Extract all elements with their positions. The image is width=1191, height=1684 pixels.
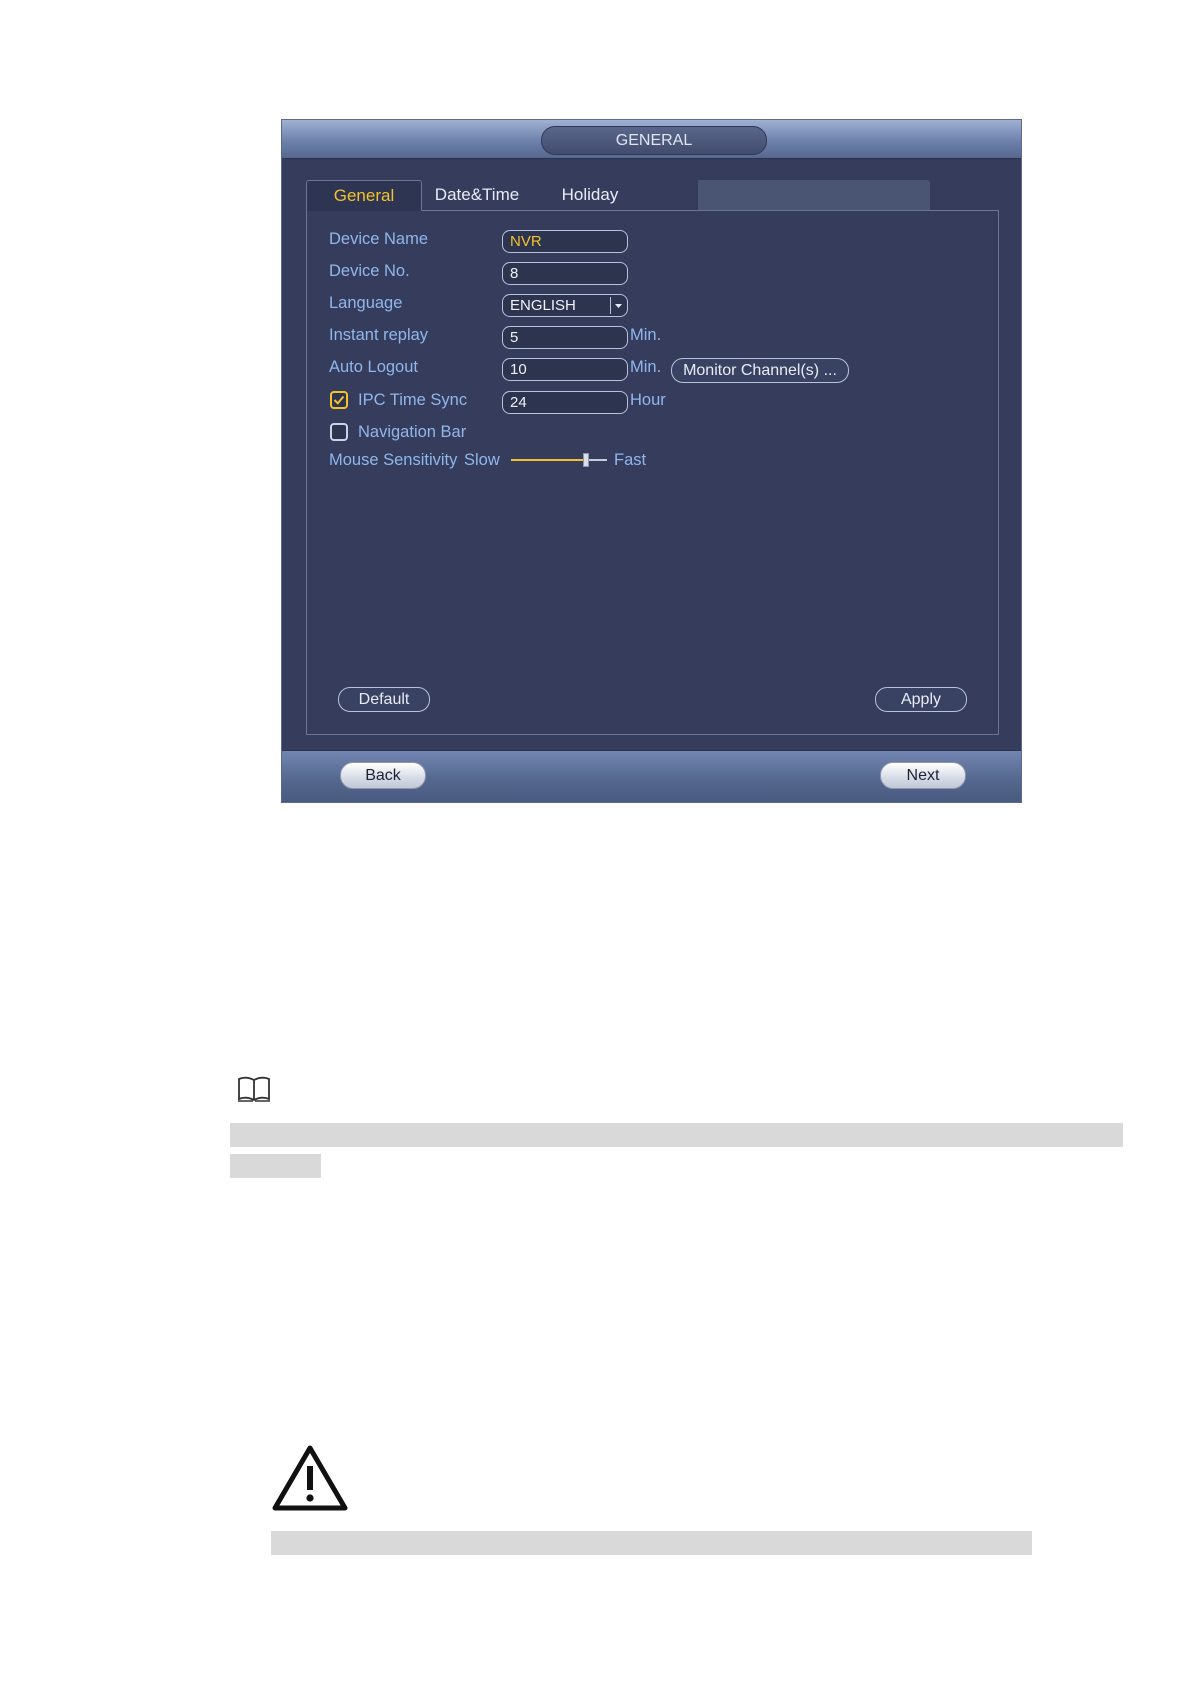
back-button[interactable]: Back [340,762,426,789]
monitor-channels-button[interactable]: Monitor Channel(s) ... [671,358,849,383]
language-label: Language [329,294,403,312]
general-settings-dialog: GENERAL General Date&Time Holiday Device… [281,119,1022,803]
navigation-bar-label: Navigation Bar [358,423,467,441]
auto-logout-input[interactable]: 10 [502,358,628,381]
book-icon [237,1075,271,1108]
slider-thumb[interactable] [583,453,589,467]
slow-label: Slow [464,451,500,469]
fast-label: Fast [614,451,647,469]
warning-triangle-icon [272,1444,348,1517]
mouse-sensitivity-slider[interactable] [511,453,607,467]
device-no-label: Device No. [329,262,410,280]
dialog-footer: Back Next [282,750,1021,802]
redacted-warning-line [271,1531,1032,1555]
chevron-down-icon[interactable] [610,297,626,314]
navigation-bar-checkbox[interactable] [330,423,348,441]
redacted-note-line-2 [230,1154,321,1178]
device-name-input[interactable]: NVR [502,230,628,253]
dialog-title: GENERAL [541,126,767,155]
device-no-input[interactable]: 8 [502,262,628,285]
ipc-time-sync-label: IPC Time Sync [358,391,468,409]
ipc-time-sync-input[interactable]: 24 [502,391,628,414]
redacted-note-line-1 [230,1123,1123,1147]
tab-date-time[interactable]: Date&Time [422,180,532,210]
apply-button[interactable]: Apply [875,687,967,712]
auto-logout-label: Auto Logout [329,358,418,376]
tab-general[interactable]: General [306,180,422,211]
mouse-sensitivity-label: Mouse Sensitivity [329,451,458,469]
language-value: ENGLISH [510,297,576,314]
tab-strip [698,180,930,210]
ipc-time-sync-checkbox[interactable] [330,391,348,409]
default-button[interactable]: Default [338,687,430,712]
general-tab-panel: Device Name NVR Device No. 8 Language EN… [306,210,999,735]
tab-holiday[interactable]: Holiday [540,180,640,210]
checkmark-icon [333,395,345,405]
next-button[interactable]: Next [880,762,966,789]
auto-logout-unit: Min. [630,358,662,376]
instant-replay-input[interactable]: 5 [502,326,628,349]
slider-fill [511,459,586,461]
instant-replay-label: Instant replay [329,326,429,344]
dialog-header: GENERAL [282,120,1021,159]
device-name-label: Device Name [329,230,429,248]
instant-replay-unit: Min. [630,326,662,344]
language-select[interactable]: ENGLISH [502,294,628,317]
ipc-time-sync-unit: Hour [630,391,666,409]
